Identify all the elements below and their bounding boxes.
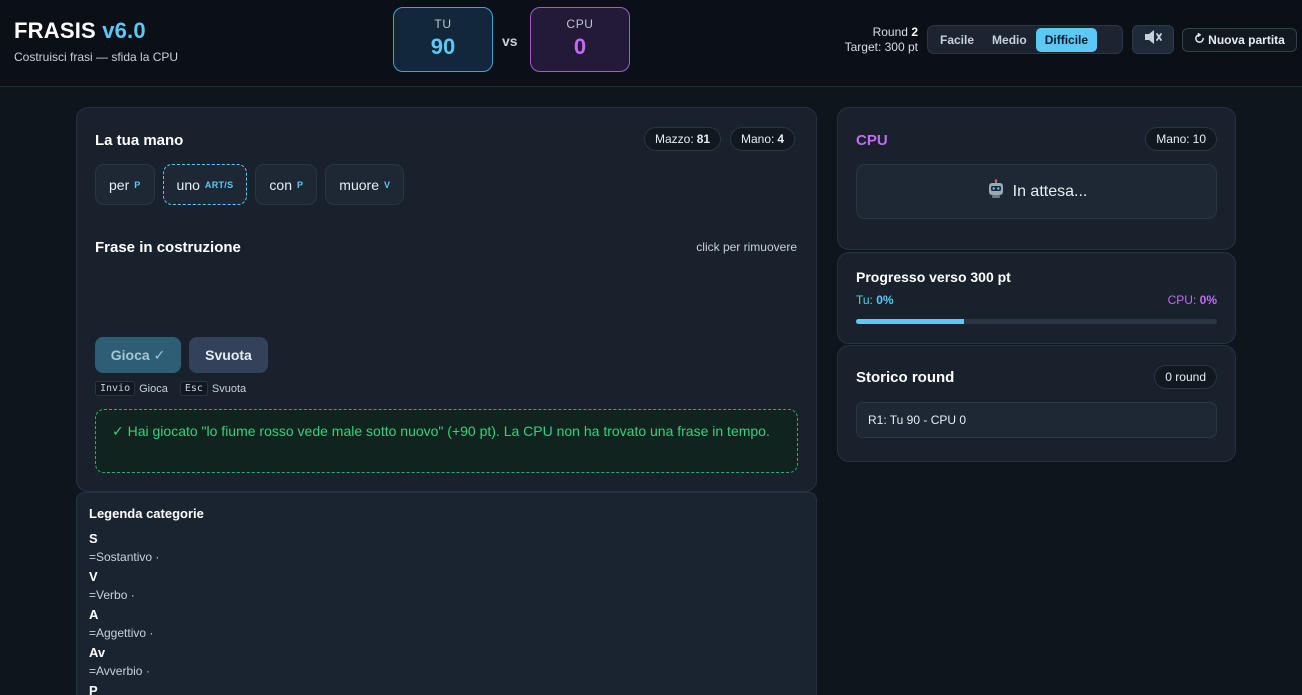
hand-card[interactable]: uno ART/S — [162, 164, 248, 205]
clear-button[interactable]: Svuota — [189, 337, 268, 373]
sound-toggle-button[interactable] — [1132, 25, 1174, 54]
legend-panel: Legenda categorie S =Sostantivo · V =Ver… — [76, 492, 817, 695]
refresh-icon — [1194, 32, 1205, 47]
shortcut-key-esc: Esc — [179, 381, 208, 396]
shortcut-play-label: Gioca — [139, 382, 168, 395]
play-button[interactable]: Gioca ✓ — [95, 337, 181, 373]
score-cpu-label: CPU — [566, 17, 594, 31]
round-info: Round 2 Target: 300 pt — [845, 25, 918, 55]
history-row: R1: Tu 90 - CPU 0 — [856, 402, 1217, 438]
hand-card[interactable]: con P — [255, 164, 318, 205]
score-cpu-value: 0 — [573, 34, 587, 59]
difficulty-selector: Facile Medio Difficile — [927, 25, 1123, 54]
sentence-hint: click per rimuovere — [696, 240, 797, 254]
legend-item: Av =Avverbio · — [89, 645, 150, 678]
target-label: Target: 300 pt — [844, 40, 918, 54]
difficulty-medio[interactable]: Medio — [983, 28, 1036, 52]
score-you: TU 90 — [393, 7, 493, 72]
cpu-status-text: In attesa... — [1012, 182, 1088, 200]
score-you-value: 90 — [430, 34, 456, 59]
hand-card[interactable]: per P — [95, 164, 155, 205]
hand-panel: La tua mano Mazzo: 81 Mano: 4 per P uno ART/… — [76, 107, 817, 492]
legend-item: A =Aggettivo · — [89, 607, 154, 640]
progress-bar — [856, 319, 1217, 324]
vs-label: vs — [502, 33, 518, 49]
cpu-panel: CPU Mano: 10 In attesa... — [837, 107, 1236, 250]
hand-count-badge: Mano: 4 — [730, 127, 796, 151]
cpu-panel-title: CPU — [856, 132, 888, 149]
hand-card[interactable]: muore V — [325, 164, 405, 205]
score-you-label: TU — [434, 17, 452, 31]
sentence-area[interactable] — [95, 266, 798, 326]
legend-item: V =Verbo · — [89, 569, 135, 602]
difficulty-facile[interactable]: Facile — [931, 28, 983, 52]
legend-title: Legenda categorie — [89, 506, 204, 521]
new-game-label: Nuova partita — [1208, 33, 1285, 47]
progress-cpu: CPU: 0% — [1167, 293, 1217, 307]
deck-count-badge: Mazzo: 81 — [644, 127, 722, 151]
history-panel: Storico round 0 round R1: Tu 90 - CPU 0 — [837, 345, 1236, 462]
new-game-button[interactable]: Nuova partita — [1182, 28, 1297, 52]
robot-icon — [986, 179, 1006, 204]
app-title: FRASIS v6.0 — [14, 18, 146, 43]
progress-panel: Progresso verso 300 pt Tu: 0% CPU: 0% — [837, 252, 1236, 344]
keyboard-shortcuts: Invio Gioca Esc Svuota — [95, 381, 246, 396]
progress-bar-fill — [856, 319, 965, 324]
shortcut-clear-label: Svuota — [211, 382, 247, 395]
hand-cards: per P uno ART/S con P muore V — [95, 164, 405, 205]
brand: FRASIS v6.0 Costruisci frasi — sfida la … — [14, 18, 178, 64]
difficulty-difficile[interactable]: Difficile — [1035, 27, 1098, 52]
progress-title: Progresso verso 300 pt — [856, 269, 1011, 285]
cpu-status: In attesa... — [856, 164, 1217, 219]
cpu-hand-count-badge: Mano: 10 — [1145, 127, 1217, 151]
legend-item: S =Sostantivo · — [89, 531, 160, 564]
result-message: ✓ Hai giocato "lo fiume rosso vede male … — [95, 409, 798, 473]
round-value: 2 — [911, 25, 918, 39]
speaker-muted-icon — [1143, 28, 1163, 51]
history-title: Storico round — [856, 369, 955, 386]
sentence-title: Frase in costruzione — [95, 239, 241, 256]
legend-item: P — [89, 683, 98, 695]
shortcut-key-enter: Invio — [95, 381, 136, 396]
app-version: v6.0 — [102, 18, 146, 43]
app-subtitle: Costruisci frasi — sfida la CPU — [14, 50, 179, 64]
hand-panel-title: La tua mano — [95, 132, 184, 149]
score-cpu: CPU 0 — [530, 7, 630, 72]
history-count-badge: 0 round — [1154, 365, 1217, 389]
round-label: Round — [872, 25, 908, 39]
progress-you: Tu: 0% — [856, 293, 894, 307]
app-header: FRASIS v6.0 Costruisci frasi — sfida la … — [0, 0, 1302, 87]
